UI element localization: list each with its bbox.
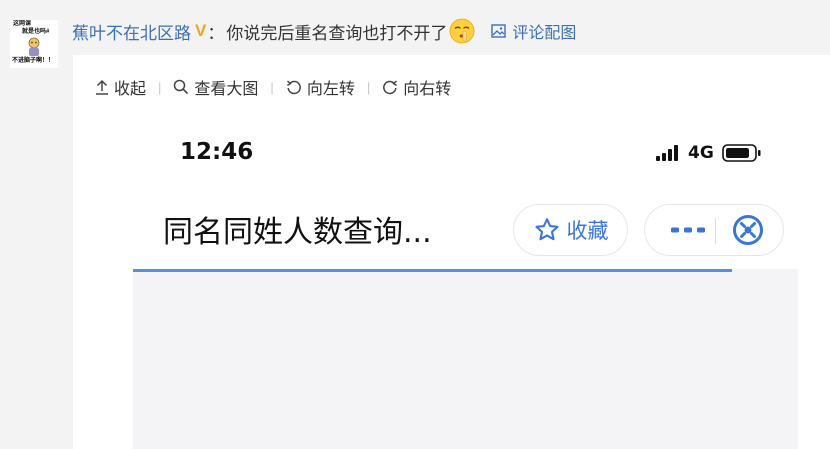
rotate-left-label: 向左转 bbox=[306, 81, 355, 98]
magnifier-icon bbox=[174, 79, 189, 95]
image-icon bbox=[491, 24, 507, 38]
miniprogram-capsule bbox=[644, 204, 784, 256]
battery-icon bbox=[721, 144, 761, 162]
comment-image-link[interactable]: 评论配图 bbox=[491, 19, 576, 43]
rotate-right-label: 向右转 bbox=[403, 81, 452, 98]
capsule-divider bbox=[715, 218, 716, 244]
close-circle-icon bbox=[733, 215, 763, 245]
comment-colon: ： bbox=[207, 23, 225, 43]
rotate-left-button[interactable]: 向左转 bbox=[286, 75, 355, 99]
view-large-button[interactable]: 查看大图 bbox=[173, 75, 258, 99]
avatar-text: 这网课 bbox=[13, 21, 32, 27]
comment-image-link-label: 评论配图 bbox=[512, 25, 577, 42]
status-bar-right: 4G bbox=[656, 143, 762, 163]
rotate-left-icon bbox=[286, 80, 301, 95]
signal-bars-icon bbox=[656, 145, 678, 161]
network-type: 4G bbox=[688, 143, 714, 163]
more-button[interactable] bbox=[665, 205, 711, 255]
favorite-button[interactable]: 收藏 bbox=[513, 204, 628, 256]
comment-text: 你说完后重名查询也打不开了 bbox=[226, 23, 448, 43]
rotate-right-icon bbox=[383, 80, 398, 95]
comment-line: 蕉叶不在北区路 V ： 你说完后重名查询也打不开了 评论配图 bbox=[72, 17, 576, 45]
image-toolbar: 收起 | 查看大图 | 向左转 | 向右转 bbox=[95, 75, 451, 99]
collapse-up-icon bbox=[96, 79, 108, 95]
rotate-right-button[interactable]: 向右转 bbox=[382, 75, 451, 99]
toolbar-separator: | bbox=[366, 79, 371, 95]
star-icon bbox=[534, 218, 559, 241]
avatar-figure-icon bbox=[28, 37, 40, 56]
collapse-button[interactable]: 收起 bbox=[95, 75, 146, 99]
attached-screenshot[interactable]: 12:46 4G 同名同姓人数查询... 收藏 bbox=[133, 121, 798, 449]
avatar[interactable]: 这网课 就是也吗# 不进脑子啊！！ bbox=[10, 20, 58, 68]
more-dots-icon bbox=[671, 227, 705, 233]
toolbar-separator: | bbox=[270, 79, 274, 95]
page-content-blank bbox=[133, 272, 798, 449]
favorite-label: 收藏 bbox=[566, 219, 609, 243]
avatar-text: 不进脑子啊！！ bbox=[12, 58, 55, 64]
username-link[interactable]: 蕉叶不在北区路 bbox=[72, 19, 191, 44]
image-viewer-panel: 收起 | 查看大图 | 向左转 | 向右转 12:46 4G 同名同姓人数查询.… bbox=[73, 55, 830, 449]
status-time: 12:46 bbox=[180, 139, 254, 165]
vip-badge-icon: V bbox=[195, 21, 207, 40]
close-miniprogram-button[interactable] bbox=[725, 205, 771, 255]
page-title: 同名同姓人数查询... bbox=[163, 215, 432, 250]
toolbar-separator: | bbox=[158, 79, 162, 95]
collapse-label: 收起 bbox=[114, 81, 147, 98]
avatar-text: 就是也吗# bbox=[22, 29, 50, 35]
view-large-label: 查看大图 bbox=[194, 81, 259, 98]
shushing-face-emoji-icon bbox=[449, 18, 475, 44]
